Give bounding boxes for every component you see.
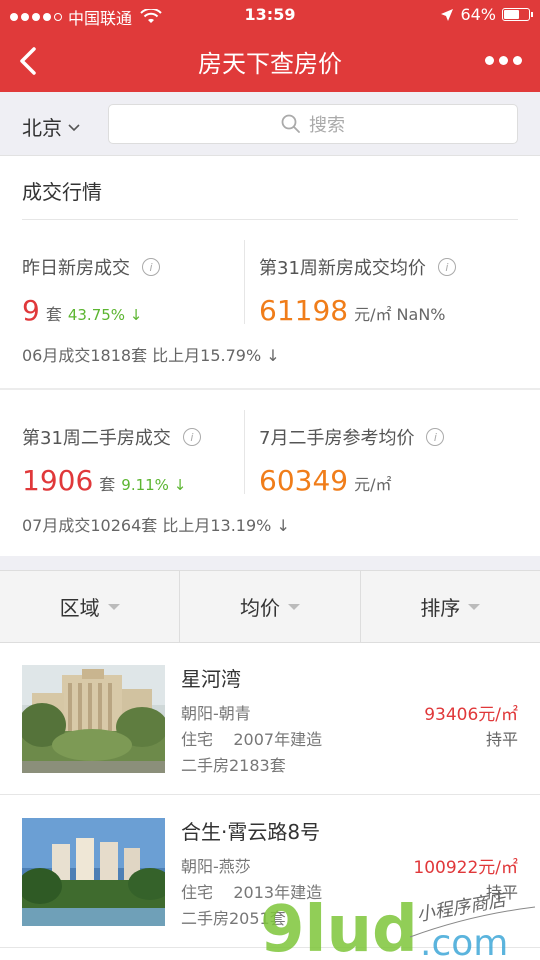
resale-house-stats: 第31周二手房成交 i 1906 套 9.11% ↓ 7月二手房参考均价 i 6… xyxy=(0,410,540,556)
stat-unit: 元/㎡ NaN% xyxy=(354,305,446,324)
property-photo xyxy=(22,665,165,773)
property-trend: 持平 xyxy=(485,883,518,902)
property-name: 合生·霄云路8号 xyxy=(181,820,321,844)
stat-value: 61198 xyxy=(259,294,349,327)
info-icon[interactable]: i xyxy=(437,258,456,276)
listing-list: 星河湾 朝阳-朝青 住宅 2007年建造 二手房2183套 93406元/㎡ 持… xyxy=(0,643,540,960)
property-resale-count: 二手房2051套 xyxy=(181,909,286,928)
property-price: 100922元/㎡ xyxy=(413,858,518,878)
filter-tab-avg-price[interactable]: 均价 xyxy=(180,571,361,642)
divider xyxy=(22,219,518,220)
search-input[interactable]: 搜索 xyxy=(108,104,518,144)
stat-value: 60349 xyxy=(259,464,349,497)
stat-label: 7月二手房参考均价 xyxy=(259,428,415,449)
market-section: 成交行情 昨日新房成交 i 9 套 43.75% ↓ 第31周新房成交均价 i … xyxy=(0,156,540,556)
info-icon[interactable]: i xyxy=(142,258,160,276)
property-resale-count: 二手房2183套 xyxy=(181,756,286,775)
caret-down-icon xyxy=(287,603,300,610)
property-photo xyxy=(22,818,165,926)
battery-percent: 64% xyxy=(460,5,496,24)
stat-footer: 06月成交1818套 比上月15.79% ↓ xyxy=(22,346,280,365)
property-type-year: 住宅 2007年建造 xyxy=(181,730,323,749)
stat-label: 第31周二手房成交 xyxy=(22,428,171,449)
status-bar: 中国联通 13:59 64% xyxy=(0,0,540,30)
filter-label: 排序 xyxy=(420,596,461,620)
filter-label: 区域 xyxy=(59,596,100,620)
stat-unit: 套 xyxy=(45,305,62,324)
filter-label: 均价 xyxy=(239,596,280,620)
stat-value: 9 xyxy=(22,294,40,327)
market-title: 成交行情 xyxy=(22,180,102,204)
property-type-year: 住宅 2013年建造 xyxy=(181,883,323,902)
city-label: 北京 xyxy=(22,116,62,140)
property-trend: 持平 xyxy=(485,730,518,749)
nav-bar: 房天下查房价 xyxy=(0,30,540,92)
page-title: 房天下查房价 xyxy=(198,50,342,78)
stat-label: 第31周新房成交均价 xyxy=(259,258,426,279)
property-name: 星河湾 xyxy=(181,667,241,691)
more-menu-icon[interactable] xyxy=(485,56,522,65)
stat-cell-week-resale: 第31周二手房成交 i 1906 套 9.11% ↓ xyxy=(22,424,201,497)
stat-change: 43.75% ↓ xyxy=(67,306,143,324)
stat-change: 9.11% ↓ xyxy=(121,476,187,494)
divider xyxy=(0,388,540,390)
info-icon[interactable]: i xyxy=(426,428,445,446)
divider xyxy=(244,410,245,494)
stat-cell-yesterday-new: 昨日新房成交 i 9 套 43.75% ↓ xyxy=(22,254,160,327)
stat-unit: 套 xyxy=(99,475,116,494)
property-district: 朝阳-朝青 xyxy=(181,704,251,723)
chevron-down-icon xyxy=(68,123,80,131)
status-right: 64% xyxy=(440,5,533,24)
filter-tab-district[interactable]: 区域 xyxy=(0,571,181,642)
list-item[interactable]: 合生·霄云路8号 朝阳-燕莎 住宅 2013年建造 二手房2051套 10092… xyxy=(0,796,540,948)
location-arrow-icon xyxy=(441,8,454,21)
stat-cell-month-resale-price: 7月二手房参考均价 i 60349 元/㎡ xyxy=(259,424,445,497)
property-district: 朝阳-燕莎 xyxy=(181,857,251,876)
city-selector[interactable]: 北京 xyxy=(22,112,80,141)
property-price: 93406元/㎡ xyxy=(424,705,518,725)
battery-icon xyxy=(502,8,533,21)
new-house-stats: 昨日新房成交 i 9 套 43.75% ↓ 第31周新房成交均价 i 61198… xyxy=(0,240,540,388)
divider xyxy=(244,240,245,324)
caret-down-icon xyxy=(107,603,120,610)
stat-value: 1906 xyxy=(22,464,94,497)
search-area: 北京 搜索 xyxy=(0,92,540,156)
info-icon[interactable]: i xyxy=(182,428,201,446)
stat-cell-week-new-price: 第31周新房成交均价 i 61198 元/㎡ NaN% xyxy=(259,254,456,327)
list-item[interactable]: 星河湾 朝阳-朝青 住宅 2007年建造 二手房2183套 93406元/㎡ 持… xyxy=(0,643,540,795)
stat-unit: 元/㎡ xyxy=(354,475,392,494)
filter-bar: 区域 均价 排序 xyxy=(0,570,540,643)
stat-label: 昨日新房成交 xyxy=(22,258,130,279)
search-icon xyxy=(281,114,300,133)
filter-tab-sort[interactable]: 排序 xyxy=(361,571,540,642)
search-placeholder: 搜索 xyxy=(309,115,345,136)
battery-fill xyxy=(504,10,519,19)
stat-footer: 07月成交10264套 比上月13.19% ↓ xyxy=(22,516,290,535)
caret-down-icon xyxy=(468,603,481,610)
